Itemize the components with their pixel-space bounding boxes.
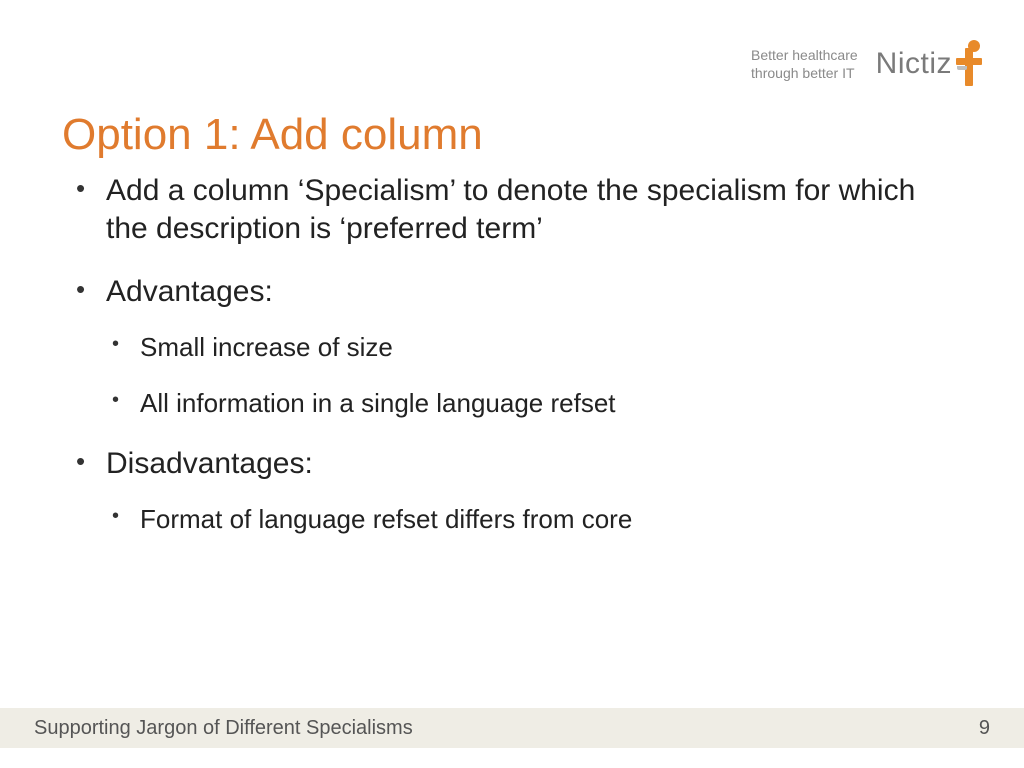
tagline-line-2: through better IT	[751, 64, 858, 82]
tagline-line-1: Better healthcare	[751, 46, 858, 64]
bullet-3-sublist: Format of language refset differs from c…	[106, 503, 950, 537]
bullet-1: Add a column ‘Specialism’ to denote the …	[70, 172, 950, 249]
content: Add a column ‘Specialism’ to denote the …	[70, 172, 950, 561]
bullet-list: Add a column ‘Specialism’ to denote the …	[70, 172, 950, 537]
bullet-2-label: Advantages:	[106, 275, 273, 308]
bullet-2-sub-1: Small increase of size	[106, 331, 950, 365]
bullet-3-label: Disadvantages:	[106, 447, 313, 480]
tagline: Better healthcare through better IT	[751, 46, 858, 82]
logo: Nictiz	[876, 40, 984, 88]
bullet-2-sublist: Small increase of size All information i…	[106, 331, 950, 421]
footer: Supporting Jargon of Different Specialis…	[0, 708, 1024, 748]
bullet-2-sub-2: All information in a single language ref…	[106, 387, 950, 421]
slide: Better healthcare through better IT Nict…	[0, 0, 1024, 768]
logo-text: Nictiz	[876, 47, 952, 81]
logo-mark-icon	[954, 40, 984, 88]
header: Better healthcare through better IT Nict…	[751, 40, 984, 88]
slide-title: Option 1: Add column	[62, 110, 483, 160]
footer-title: Supporting Jargon of Different Specialis…	[34, 717, 413, 740]
bullet-3: Disadvantages: Format of language refset…	[70, 445, 950, 537]
bullet-3-sub-1: Format of language refset differs from c…	[106, 503, 950, 537]
page-number: 9	[979, 717, 990, 740]
bullet-2: Advantages: Small increase of size All i…	[70, 273, 950, 421]
